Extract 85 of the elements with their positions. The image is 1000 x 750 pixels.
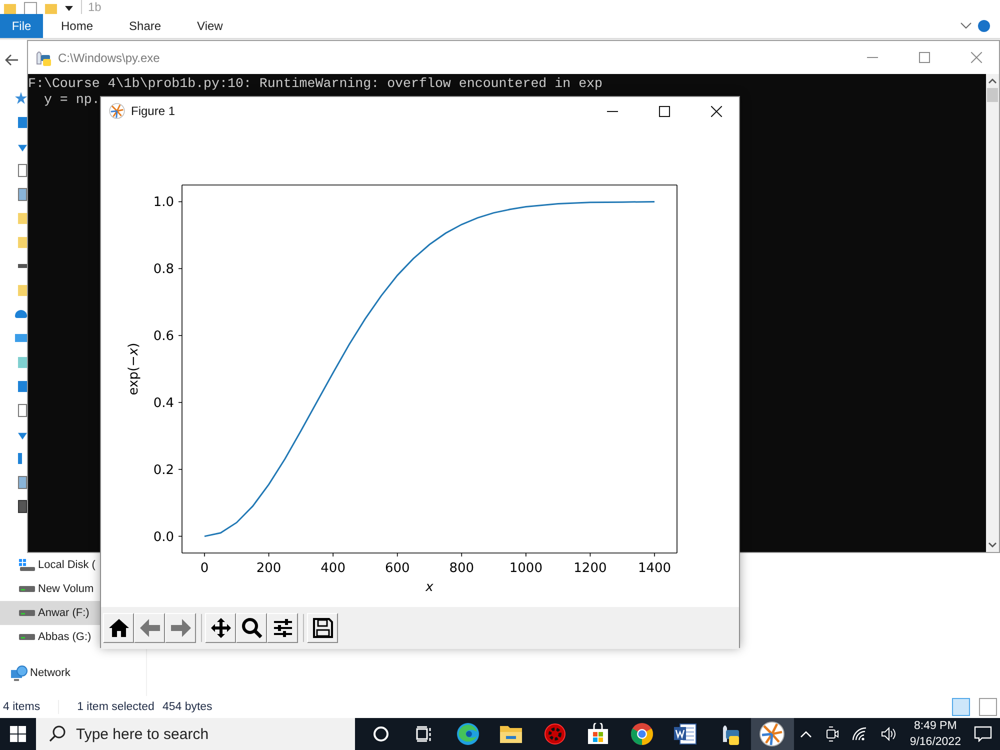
item-count: 4 items [3,701,40,713]
ribbon-tab[interactable]: Home [43,14,112,38]
search-field[interactable]: Type here to search [36,718,355,750]
python-icon [34,48,52,66]
thumbnail-view-icon[interactable] [979,698,997,716]
y-tick-label: 0.2 [153,462,174,478]
x-tick-label: 1400 [638,561,672,576]
notification-icon[interactable] [974,726,992,742]
chevron-icon[interactable] [960,22,972,30]
figure-app-icon [109,103,125,119]
caret-up-icon[interactable] [800,730,812,738]
back-button[interactable] [134,613,165,643]
scroll-down-icon[interactable] [988,542,997,548]
window-title: C:\Windows\py.exe [58,50,160,64]
clock[interactable]: 8:49 PM 9/16/2022 [910,718,961,750]
circle-icon [372,725,390,743]
x-tick-label: 400 [320,561,346,576]
selection-status: 1 item selected [77,701,154,713]
network-icon [10,665,28,681]
home-icon [108,618,130,638]
nav-item[interactable]: New Volum [0,577,100,601]
search-icon [240,617,262,639]
gear-icon [544,723,566,745]
window-title: Figure 1 [131,104,176,118]
arrow-right-icon [170,618,192,638]
close-icon [710,106,722,116]
taskbar-button[interactable] [750,718,794,750]
nav-item[interactable]: Local Disk ( [0,553,100,577]
y-tick-label: 1.0 [153,195,174,210]
x-tick-label: 800 [449,561,474,576]
x-tick-label: 600 [384,561,410,576]
sliders-icon [272,618,294,638]
x-tick-label: 200 [256,561,282,576]
configure-button[interactable] [267,613,298,643]
drive-icon [18,585,36,593]
browser-icon [630,722,654,746]
axis-label: exp(−x) [126,342,142,396]
y-tick-label: 0.0 [153,530,174,545]
help-icon[interactable] [978,20,990,32]
back-arrow-icon[interactable] [5,54,19,66]
nav-item[interactable]: Network [0,661,100,685]
x-tick-label: 1200 [574,561,607,576]
scrollbar-thumb[interactable] [987,88,998,102]
browser-icon [456,722,480,746]
scroll-up-icon[interactable] [988,78,997,84]
ribbon-tab[interactable]: File [0,14,43,38]
axis-label: x [426,580,434,595]
caret-icon[interactable] [65,6,73,11]
cloud-icon[interactable] [15,310,27,318]
camera-icon[interactable] [824,726,839,742]
ribbon-tab[interactable]: Share [111,14,180,38]
scrollbar[interactable] [986,74,999,552]
console-line: y = np. [42,92,101,108]
windows-logo-icon [10,726,26,742]
y-tick-label: 0.4 [153,396,174,411]
pan-button[interactable] [205,613,236,643]
document-icon [673,723,698,745]
save-button[interactable] [307,613,338,643]
wifi-icon[interactable] [852,727,868,741]
move-icon [210,617,232,639]
nav-item[interactable]: Anwar (F:) [0,601,100,625]
shopping-bag-icon [587,723,610,745]
drive-icon [18,633,36,641]
nav-item[interactable]: Abbas (G:) [0,625,100,649]
zoom-button[interactable] [236,613,267,643]
drive-icon [18,558,36,572]
task-view-icon [415,725,434,743]
home-button[interactable] [103,613,134,643]
forward-button[interactable] [165,613,196,643]
y-tick-label: 0.6 [153,329,174,344]
search-icon [48,725,66,743]
maximize-icon [918,52,930,63]
x-tick-label: 0 [200,561,209,576]
drive-icon [18,609,36,617]
console-line: F:\Course 4\1b\prob1b.py:10: RuntimeWarning: overflow encountered in exp [28,76,604,92]
x-tick-label: 1000 [509,561,542,576]
size-status: 454 bytes [162,701,212,713]
volume-icon[interactable] [880,727,897,741]
close-icon [970,52,982,63]
figure-app-icon [759,721,786,747]
maximize-icon [658,106,670,116]
y-tick-label: 0.8 [153,262,174,278]
window-title: 1b [81,0,102,14]
ribbon-tab[interactable]: View [179,14,241,38]
arrow-left-icon [138,618,160,638]
